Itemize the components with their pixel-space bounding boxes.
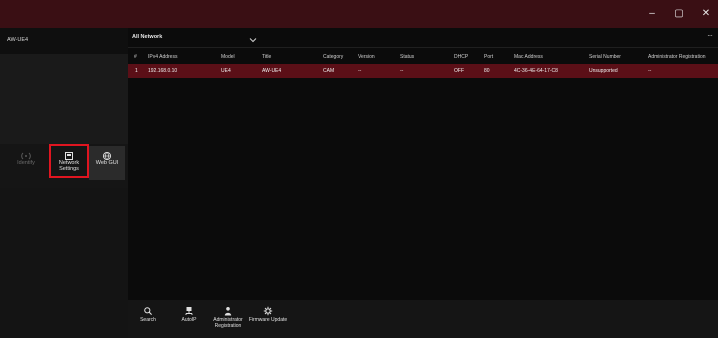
network-settings-highlight [49,144,89,178]
table-header: # IPv4 Address Model Title Category Vers… [128,50,718,64]
administrator-registration-button[interactable]: Administrator Registration [208,303,248,329]
row-port: 80 [484,68,490,74]
row-version: -- [358,68,362,74]
more-options-button[interactable]: ··· [707,31,713,40]
autoip-button[interactable]: AutoIP [169,303,209,323]
column-header-dhcp[interactable]: DHCP [454,50,468,64]
identify-icon [8,148,44,160]
row-model: UE4 [221,68,231,74]
firmware-update-button[interactable]: Firmware Update [248,303,288,323]
column-header-category[interactable]: Category [323,50,343,64]
column-header-ipv4[interactable]: IPv4 Address [148,50,177,64]
row-serial: Unsupported [589,68,618,74]
search-button[interactable]: Search [128,303,168,323]
web-gui-label: Web GUI [95,160,119,166]
device-preview [0,54,128,144]
globe-icon [89,148,125,161]
column-header-status[interactable]: Status [400,50,414,64]
row-ipv4: 192.168.0.10 [148,68,178,74]
sidebar-empty-area [0,188,128,338]
table-row[interactable]: 1 192.168.0.10 UE4 AW-UE4 CAM -- -- OFF … [128,64,718,78]
device-sidebar: AW-UE4 Identify Network Settings Web GUI [0,28,128,338]
row-dhcp: OFF [454,68,464,74]
column-header-port[interactable]: Port [484,50,493,64]
column-header-admin-registration[interactable]: Administrator Registration [648,50,706,64]
network-filter-select[interactable]: All Network [132,34,162,40]
device-name: AW-UE4 [7,37,29,43]
row-status: -- [400,68,404,74]
column-header-sort[interactable]: # [134,50,137,64]
row-title: AW-UE4 [262,68,282,74]
restore-button[interactable]: ▢ [669,6,689,22]
column-header-model[interactable]: Model [221,50,235,64]
gear-icon [248,303,288,316]
row-admin-registration: -- [648,68,652,74]
minimize-button[interactable]: – [642,6,662,22]
close-button[interactable]: ✕ [696,6,716,22]
autoip-label: AutoIP [181,317,197,323]
device-list-panel: All Network ··· # IPv4 Address Model Tit… [128,28,718,338]
user-icon [208,303,248,316]
bottom-toolbar: Search AutoIP Administrator Registration… [128,300,718,338]
row-category: CAM [323,68,335,74]
column-header-version[interactable]: Version [358,50,375,64]
device-header: AW-UE4 [0,28,128,54]
chevron-down-icon[interactable] [248,32,258,43]
column-header-mac[interactable]: Mac Address [514,50,543,64]
row-mac: 4C-36-4E-64-17-C8 [514,68,558,74]
firmware-update-label: Firmware Update [248,317,288,323]
search-label: Search [140,317,156,323]
column-header-title[interactable]: Title [262,50,271,64]
web-gui-button[interactable]: Web GUI [89,146,125,180]
search-icon [128,303,168,315]
identify-label: Identify [17,160,35,166]
title-bar: – ▢ ✕ [0,0,718,28]
administrator-registration-label: Administrator Registration [213,317,243,329]
row-index: 1 [135,68,138,74]
column-header-serial[interactable]: Serial Number [589,50,621,64]
identify-button[interactable]: Identify [8,146,44,180]
network-filter-bar: All Network ··· [128,28,718,48]
autoip-icon [169,303,209,315]
